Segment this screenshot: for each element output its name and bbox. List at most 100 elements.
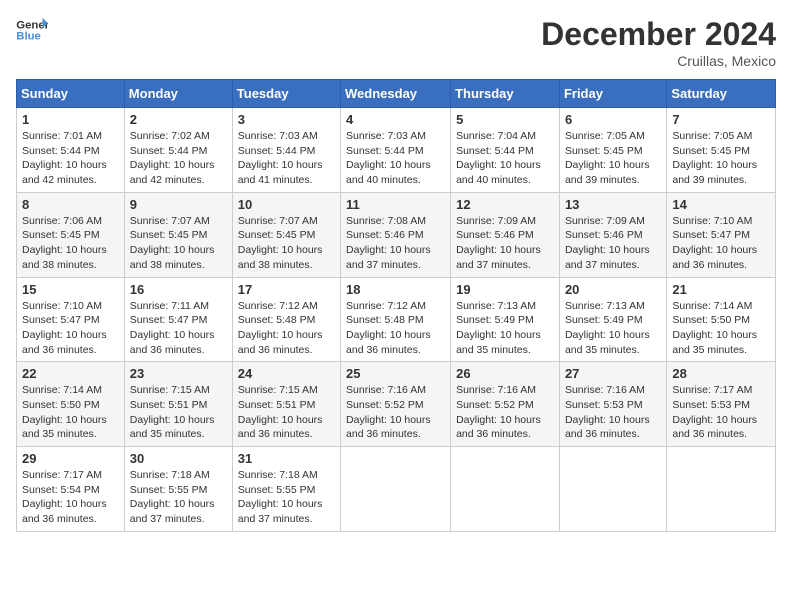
day-number: 26 xyxy=(456,366,554,381)
day-number: 29 xyxy=(22,451,119,466)
sunset-text: Sunset: 5:47 PM xyxy=(672,229,750,241)
daylight-text: Daylight: 10 hours and 37 minutes. xyxy=(456,244,541,271)
sunset-text: Sunset: 5:52 PM xyxy=(456,399,534,411)
sunset-text: Sunset: 5:54 PM xyxy=(22,484,100,496)
day-info: Sunrise: 7:04 AM Sunset: 5:44 PM Dayligh… xyxy=(456,129,554,188)
daylight-text: Daylight: 10 hours and 38 minutes. xyxy=(22,244,107,271)
weekday-label: Monday xyxy=(124,80,232,108)
weekday-header-row: SundayMondayTuesdayWednesdayThursdayFrid… xyxy=(17,80,776,108)
day-info: Sunrise: 7:18 AM Sunset: 5:55 PM Dayligh… xyxy=(238,468,335,527)
day-number: 28 xyxy=(672,366,770,381)
sunrise-text: Sunrise: 7:07 AM xyxy=(130,215,210,227)
sunset-text: Sunset: 5:44 PM xyxy=(346,145,424,157)
page-header: General Blue December 2024 Cruillas, Mex… xyxy=(16,16,776,69)
sunset-text: Sunset: 5:46 PM xyxy=(346,229,424,241)
sunset-text: Sunset: 5:51 PM xyxy=(238,399,316,411)
daylight-text: Daylight: 10 hours and 36 minutes. xyxy=(346,329,431,356)
calendar-day-cell: 7 Sunrise: 7:05 AM Sunset: 5:45 PM Dayli… xyxy=(667,108,776,193)
calendar-day-cell xyxy=(559,447,666,532)
calendar-day-cell: 15 Sunrise: 7:10 AM Sunset: 5:47 PM Dayl… xyxy=(17,277,125,362)
day-info: Sunrise: 7:13 AM Sunset: 5:49 PM Dayligh… xyxy=(565,299,661,358)
day-info: Sunrise: 7:09 AM Sunset: 5:46 PM Dayligh… xyxy=(456,214,554,273)
daylight-text: Daylight: 10 hours and 36 minutes. xyxy=(22,498,107,525)
day-number: 20 xyxy=(565,282,661,297)
svg-text:Blue: Blue xyxy=(16,31,41,43)
sunset-text: Sunset: 5:49 PM xyxy=(456,314,534,326)
sunrise-text: Sunrise: 7:05 AM xyxy=(672,130,752,142)
day-info: Sunrise: 7:07 AM Sunset: 5:45 PM Dayligh… xyxy=(238,214,335,273)
calendar-day-cell: 3 Sunrise: 7:03 AM Sunset: 5:44 PM Dayli… xyxy=(232,108,340,193)
day-info: Sunrise: 7:12 AM Sunset: 5:48 PM Dayligh… xyxy=(238,299,335,358)
sunset-text: Sunset: 5:55 PM xyxy=(130,484,208,496)
daylight-text: Daylight: 10 hours and 38 minutes. xyxy=(130,244,215,271)
day-info: Sunrise: 7:17 AM Sunset: 5:54 PM Dayligh… xyxy=(22,468,119,527)
day-info: Sunrise: 7:16 AM Sunset: 5:52 PM Dayligh… xyxy=(456,383,554,442)
day-number: 3 xyxy=(238,112,335,127)
day-info: Sunrise: 7:03 AM Sunset: 5:44 PM Dayligh… xyxy=(346,129,445,188)
sunset-text: Sunset: 5:50 PM xyxy=(672,314,750,326)
calendar-day-cell: 1 Sunrise: 7:01 AM Sunset: 5:44 PM Dayli… xyxy=(17,108,125,193)
day-number: 14 xyxy=(672,197,770,212)
day-info: Sunrise: 7:12 AM Sunset: 5:48 PM Dayligh… xyxy=(346,299,445,358)
day-number: 30 xyxy=(130,451,227,466)
daylight-text: Daylight: 10 hours and 37 minutes. xyxy=(346,244,431,271)
sunrise-text: Sunrise: 7:05 AM xyxy=(565,130,645,142)
day-info: Sunrise: 7:09 AM Sunset: 5:46 PM Dayligh… xyxy=(565,214,661,273)
day-info: Sunrise: 7:07 AM Sunset: 5:45 PM Dayligh… xyxy=(130,214,227,273)
calendar-day-cell: 10 Sunrise: 7:07 AM Sunset: 5:45 PM Dayl… xyxy=(232,192,340,277)
day-number: 24 xyxy=(238,366,335,381)
sunset-text: Sunset: 5:45 PM xyxy=(565,145,643,157)
day-info: Sunrise: 7:18 AM Sunset: 5:55 PM Dayligh… xyxy=(130,468,227,527)
daylight-text: Daylight: 10 hours and 36 minutes. xyxy=(672,244,757,271)
day-number: 27 xyxy=(565,366,661,381)
day-number: 5 xyxy=(456,112,554,127)
sunrise-text: Sunrise: 7:14 AM xyxy=(22,384,102,396)
sunset-text: Sunset: 5:53 PM xyxy=(672,399,750,411)
sunrise-text: Sunrise: 7:09 AM xyxy=(565,215,645,227)
calendar-day-cell: 8 Sunrise: 7:06 AM Sunset: 5:45 PM Dayli… xyxy=(17,192,125,277)
daylight-text: Daylight: 10 hours and 35 minutes. xyxy=(456,329,541,356)
weekday-label: Thursday xyxy=(451,80,560,108)
sunset-text: Sunset: 5:49 PM xyxy=(565,314,643,326)
day-number: 10 xyxy=(238,197,335,212)
day-number: 6 xyxy=(565,112,661,127)
daylight-text: Daylight: 10 hours and 37 minutes. xyxy=(565,244,650,271)
logo: General Blue xyxy=(16,16,48,44)
day-number: 9 xyxy=(130,197,227,212)
calendar-day-cell: 2 Sunrise: 7:02 AM Sunset: 5:44 PM Dayli… xyxy=(124,108,232,193)
sunrise-text: Sunrise: 7:10 AM xyxy=(22,300,102,312)
sunset-text: Sunset: 5:50 PM xyxy=(22,399,100,411)
day-number: 18 xyxy=(346,282,445,297)
day-info: Sunrise: 7:14 AM Sunset: 5:50 PM Dayligh… xyxy=(22,383,119,442)
daylight-text: Daylight: 10 hours and 35 minutes. xyxy=(565,329,650,356)
sunset-text: Sunset: 5:44 PM xyxy=(456,145,534,157)
title-block: December 2024 Cruillas, Mexico xyxy=(541,16,776,69)
day-number: 25 xyxy=(346,366,445,381)
day-number: 16 xyxy=(130,282,227,297)
calendar-day-cell: 29 Sunrise: 7:17 AM Sunset: 5:54 PM Dayl… xyxy=(17,447,125,532)
sunrise-text: Sunrise: 7:01 AM xyxy=(22,130,102,142)
calendar-day-cell: 16 Sunrise: 7:11 AM Sunset: 5:47 PM Dayl… xyxy=(124,277,232,362)
day-info: Sunrise: 7:17 AM Sunset: 5:53 PM Dayligh… xyxy=(672,383,770,442)
calendar-day-cell: 4 Sunrise: 7:03 AM Sunset: 5:44 PM Dayli… xyxy=(341,108,451,193)
day-number: 12 xyxy=(456,197,554,212)
day-number: 21 xyxy=(672,282,770,297)
day-number: 7 xyxy=(672,112,770,127)
sunrise-text: Sunrise: 7:08 AM xyxy=(346,215,426,227)
sunrise-text: Sunrise: 7:18 AM xyxy=(238,469,318,481)
daylight-text: Daylight: 10 hours and 36 minutes. xyxy=(130,329,215,356)
calendar-day-cell: 27 Sunrise: 7:16 AM Sunset: 5:53 PM Dayl… xyxy=(559,362,666,447)
sunrise-text: Sunrise: 7:07 AM xyxy=(238,215,318,227)
calendar-day-cell: 28 Sunrise: 7:17 AM Sunset: 5:53 PM Dayl… xyxy=(667,362,776,447)
daylight-text: Daylight: 10 hours and 40 minutes. xyxy=(346,159,431,186)
day-info: Sunrise: 7:10 AM Sunset: 5:47 PM Dayligh… xyxy=(22,299,119,358)
sunrise-text: Sunrise: 7:12 AM xyxy=(346,300,426,312)
weekday-label: Wednesday xyxy=(341,80,451,108)
sunrise-text: Sunrise: 7:02 AM xyxy=(130,130,210,142)
calendar-day-cell: 23 Sunrise: 7:15 AM Sunset: 5:51 PM Dayl… xyxy=(124,362,232,447)
daylight-text: Daylight: 10 hours and 40 minutes. xyxy=(456,159,541,186)
calendar-week-row: 22 Sunrise: 7:14 AM Sunset: 5:50 PM Dayl… xyxy=(17,362,776,447)
calendar-day-cell: 25 Sunrise: 7:16 AM Sunset: 5:52 PM Dayl… xyxy=(341,362,451,447)
sunset-text: Sunset: 5:47 PM xyxy=(130,314,208,326)
day-number: 2 xyxy=(130,112,227,127)
